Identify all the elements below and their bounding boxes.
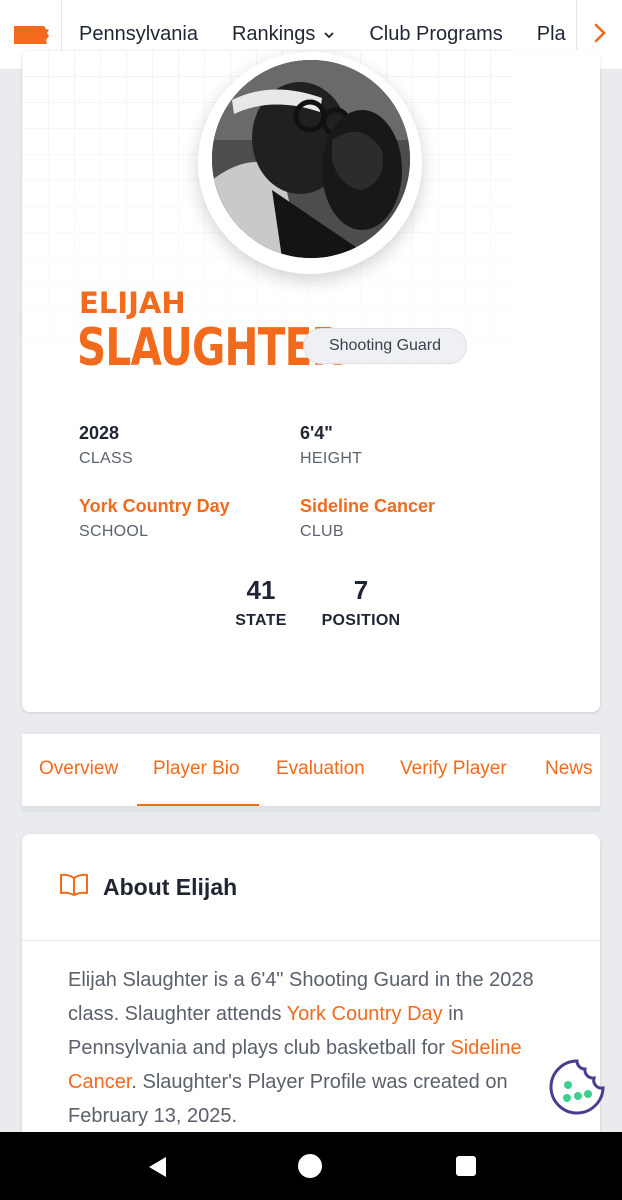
chevron-down-icon: [323, 27, 335, 42]
chevron-right-icon: [593, 22, 607, 49]
position-badge: Shooting Guard: [303, 328, 467, 364]
rank-value: 7: [353, 575, 369, 605]
cookie-settings-button[interactable]: [548, 1058, 606, 1116]
stat-height: 6'4" HEIGHT: [300, 423, 362, 468]
stat-school: York Country Day SCHOOL: [79, 496, 230, 541]
stat-label: SCHOOL: [79, 523, 149, 540]
tab-overview[interactable]: Overview: [39, 758, 118, 780]
position-rank: 7 POSITION: [316, 575, 406, 630]
profile-tabs: Overview Player Bio Evaluation Verify Pl…: [22, 734, 600, 810]
recent-apps-icon[interactable]: [456, 1156, 476, 1176]
nav-item-players[interactable]: Pla: [537, 23, 566, 46]
rank-value: 41: [246, 575, 276, 605]
stat-label: HEIGHT: [300, 450, 363, 467]
stat-label: CLUB: [300, 523, 344, 540]
book-icon: [59, 873, 89, 902]
tab-evaluation[interactable]: Evaluation: [276, 758, 365, 780]
cookie-icon: [548, 1059, 606, 1120]
player-first-name: ELIJAH: [79, 286, 186, 320]
stat-label: CLASS: [79, 450, 133, 467]
rank-label: POSITION: [321, 612, 401, 629]
tab-news[interactable]: News: [545, 758, 593, 780]
back-icon[interactable]: [146, 1155, 168, 1184]
club-link[interactable]: Sideline Cancer: [300, 496, 435, 517]
nav-item-club-programs[interactable]: Club Programs: [369, 23, 502, 46]
player-profile-card: ELIJAH SLAUGHTER Shooting Guard 2028 CLA…: [22, 50, 600, 712]
about-text-part: . Slaughter's Player Profile was created…: [68, 1071, 508, 1127]
about-player-card: About Elijah Elijah Slaughter is a 6'4" …: [22, 834, 600, 1164]
active-tab-indicator: [137, 804, 259, 806]
tab-verify-player[interactable]: Verify Player: [400, 758, 507, 780]
nav-item-label: Pennsylvania: [79, 23, 198, 45]
stat-class: 2028 CLASS: [79, 423, 133, 468]
about-title: About Elijah: [103, 873, 238, 900]
about-header: About Elijah: [22, 834, 600, 941]
school-link[interactable]: York Country Day: [79, 496, 230, 517]
about-text: Elijah Slaughter is a 6'4" Shooting Guar…: [22, 941, 600, 1133]
nav-item-rankings[interactable]: Rankings: [232, 23, 335, 46]
state-rank: 41 STATE: [230, 575, 292, 630]
school-link[interactable]: York Country Day: [287, 1003, 443, 1025]
player-avatar: [212, 60, 410, 258]
rank-label: STATE: [235, 612, 287, 629]
nav-item-label: Club Programs: [369, 23, 503, 45]
nav-item-pennsylvania[interactable]: Pennsylvania: [79, 23, 198, 46]
stat-value: 2028: [79, 423, 120, 443]
nav-item-label: Pla: [536, 23, 566, 45]
nav-item-label: Rankings: [231, 23, 316, 45]
stat-club: Sideline Cancer CLUB: [300, 496, 435, 541]
stat-value: 6'4": [300, 423, 333, 443]
nav-items: Pennsylvania Rankings Club Programs Pla: [62, 23, 583, 46]
tab-player-bio[interactable]: Player Bio: [153, 758, 240, 780]
home-icon[interactable]: [298, 1154, 322, 1178]
